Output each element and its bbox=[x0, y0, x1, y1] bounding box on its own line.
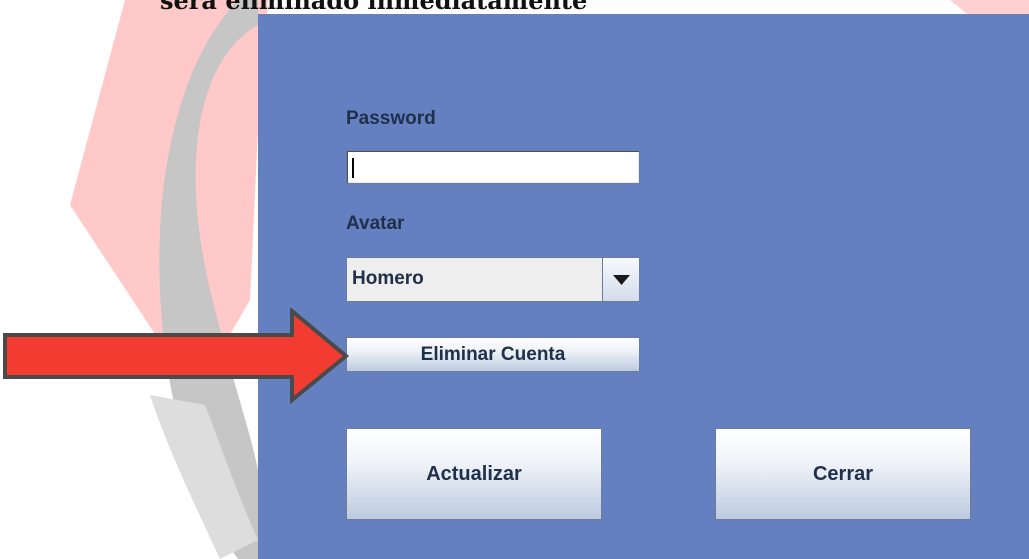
password-field[interactable] bbox=[346, 150, 640, 184]
red-arrow-right-icon bbox=[3, 308, 350, 404]
password-label: Password bbox=[346, 108, 436, 129]
close-button[interactable]: Cerrar bbox=[715, 428, 971, 520]
avatar-dropdown[interactable]: Homero bbox=[346, 257, 640, 302]
text-caret bbox=[352, 158, 354, 178]
avatar-label: Avatar bbox=[346, 213, 405, 234]
triangle-down-icon bbox=[613, 275, 630, 285]
update-button[interactable]: Actualizar bbox=[346, 428, 602, 520]
instruction-caption: será eliminado inmediatamente bbox=[160, 0, 588, 15]
dropdown-arrow-button[interactable] bbox=[602, 258, 639, 301]
delete-account-button[interactable]: Eliminar Cuenta bbox=[346, 337, 640, 372]
avatar-selected-value: Homero bbox=[352, 268, 424, 289]
